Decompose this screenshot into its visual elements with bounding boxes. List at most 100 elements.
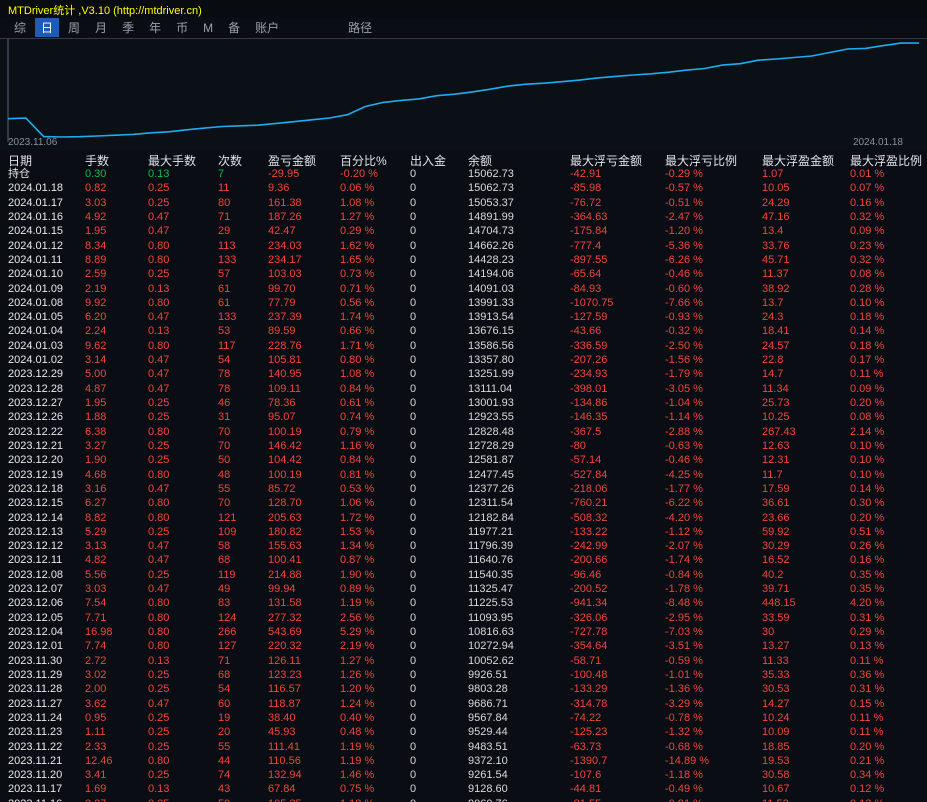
table-cell: 0	[410, 683, 417, 696]
table-row[interactable]: 2024.01.02 3.14 0.47 54 105.81 0.80 % 0 13357.8…	[0, 353, 927, 367]
table-row[interactable]: 2024.01.04 2.24 0.13 53 89.59 0.66 % 0 13676.15…	[0, 324, 927, 338]
table-cell: 15062.73	[468, 168, 514, 180]
table-row[interactable]: 2023.11.20 3.41 0.25 74 132.94 1.46 % 0 9261.54…	[0, 768, 927, 782]
menu-item-10[interactable]: 账户	[249, 18, 285, 37]
table-cell: 0.16 %	[850, 196, 885, 209]
table-cell: 0.47	[148, 225, 170, 238]
table-cell: 14704.73	[468, 225, 514, 238]
equity-chart: 2023.11.06 2024.01.18	[0, 38, 927, 150]
table-cell: 0	[410, 339, 417, 352]
table-cell: -314.78	[570, 697, 608, 710]
menu-item-5[interactable]: 季	[116, 18, 140, 37]
menu-item-1[interactable]: 综	[8, 18, 32, 37]
table-cell: 2023.11.29	[8, 668, 63, 681]
table-row[interactable]: 2023.11.21 12.46 0.80 44 110.56 1.19 % 0 9372.1…	[0, 754, 927, 768]
table-cell: 267.43	[762, 425, 796, 438]
table-cell: 0.11 %	[850, 726, 884, 739]
menu-item-6[interactable]: 年	[143, 18, 167, 37]
table-row[interactable]: 2024.01.12 8.34 0.80 113 234.03 1.62 % 0 14662.…	[0, 239, 927, 253]
table-cell: 2023.12.12	[8, 540, 64, 553]
table-row[interactable]: 2023.12.20 1.90 0.25 50 104.42 0.84 % 0 12581.8…	[0, 453, 927, 467]
table-cell: 11.33	[762, 654, 789, 667]
table-cell: 2024.01.17	[8, 196, 64, 209]
table-row[interactable]: 2023.11.30 2.72 0.13 71 126.11 1.27 % 0 10052.6…	[0, 654, 927, 668]
table-row[interactable]: 2023.12.29 5.00 0.47 78 140.95 1.08 % 0 13251.9…	[0, 367, 927, 381]
table-cell: -6.22 %	[665, 497, 703, 510]
menu-item-2[interactable]: 日	[35, 18, 60, 37]
table-row[interactable]: 2023.12.14 8.82 0.80 121 205.63 1.72 % 0 12182.…	[0, 511, 927, 525]
table-row[interactable]: 2023.12.15 6.27 0.80 70 128.70 1.06 % 0 12311.5…	[0, 496, 927, 510]
table-row[interactable]: 2024.01.16 4.92 0.47 71 187.26 1.27 % 0 14891.9…	[0, 210, 927, 224]
table-cell: 2023.12.07	[8, 583, 64, 596]
table-row[interactable]: 2024.01.05 6.20 0.47 133 237.39 1.74 % 0 13913.…	[0, 310, 927, 324]
menu-item-7[interactable]: 币	[170, 18, 194, 37]
table-cell: -58.71	[570, 654, 602, 667]
table-row[interactable]: 2023.11.22 2.33 0.25 55 111.41 1.19 % 0 9483.51…	[0, 740, 927, 754]
table-row[interactable]: 2023.11.29 3.02 0.25 68 123.23 1.26 % 0 9926.51…	[0, 668, 927, 682]
table-row[interactable]: 2023.12.26 1.88 0.25 31 95.07 0.74 % 0 12923.55…	[0, 410, 927, 424]
menu-item-11[interactable]: 路径	[342, 18, 378, 37]
table-row[interactable]: 2023.12.04 16.98 0.80 266 543.69 5.29 % 0 10816…	[0, 625, 927, 639]
table-row[interactable]: 2023.11.27 3.62 0.47 60 118.87 1.24 % 0 9686.71…	[0, 697, 927, 711]
table-row[interactable]: 2024.01.09 2.19 0.13 61 99.70 0.71 % 0 14091.03…	[0, 282, 927, 296]
table-row[interactable]: 2024.01.10 2.59 0.25 57 103.03 0.73 % 0 14194.0…	[0, 267, 927, 281]
table-row[interactable]: 2023.12.12 3.13 0.47 58 155.63 1.34 % 0 11796.3…	[0, 539, 927, 553]
table-cell: -0.68 %	[665, 740, 703, 753]
equity-chart-svg	[7, 39, 920, 142]
table-row[interactable]: 2024.01.03 9.62 0.80 117 228.76 1.71 % 0 13586.…	[0, 339, 927, 353]
table-cell: 0.61 %	[340, 397, 375, 409]
table-cell: -80	[570, 439, 586, 452]
table-cell: 36.61	[762, 497, 790, 510]
table-row[interactable]: 2023.12.28 4.87 0.47 78 109.11 0.84 % 0 13111.0…	[0, 382, 927, 396]
table-cell: -85.98	[570, 182, 602, 195]
table-row[interactable]: 2024.01.08 9.92 0.80 61 77.79 0.56 % 0 13991.33…	[0, 296, 927, 310]
table-cell: 2.33	[85, 740, 107, 753]
table-row[interactable]: 2023.11.23 1.11 0.25 20 45.93 0.48 % 0 9529.44 -…	[0, 725, 927, 739]
table-cell: 1.07	[762, 168, 784, 180]
table-cell: 0.47	[148, 554, 170, 567]
table-cell: 214.88	[268, 568, 302, 581]
table-cell: 30.53	[762, 683, 790, 696]
table-cell: 2.19 %	[340, 640, 375, 653]
table-cell: 0.15 %	[850, 697, 885, 710]
table-row[interactable]: 2023.12.22 6.38 0.80 70 100.19 0.79 % 0 12828.4…	[0, 425, 927, 439]
table-cell: -2.07 %	[665, 540, 703, 553]
menu-item-9[interactable]: 备	[222, 18, 246, 37]
table-row[interactable]: 2023.12.11 4.82 0.47 68 100.41 0.87 % 0 11640.7…	[0, 553, 927, 567]
table-cell: 9128.60	[468, 783, 508, 796]
table-row[interactable]: 2024.01.15 1.95 0.47 29 42.47 0.29 % 0 14704.73…	[0, 224, 927, 238]
table-row[interactable]: 2024.01.11 8.89 0.80 133 234.17 1.65 % 0 14428.…	[0, 253, 927, 267]
table-row[interactable]: 2024.01.17 3.03 0.25 80 161.38 1.08 % 0 15053.3…	[0, 196, 927, 210]
table-cell: -7.66 %	[665, 296, 703, 309]
table-row[interactable]: 2024.01.18 0.82 0.25 11 9.36 0.06 % 0 15062.73 -…	[0, 181, 927, 195]
table-cell: -0.20 %	[340, 168, 378, 180]
table-cell: 1.27 %	[340, 210, 375, 223]
table-cell: 13586.56	[468, 339, 514, 352]
table-row[interactable]: 2023.11.24 0.95 0.25 19 38.40 0.40 % 0 9567.84 -…	[0, 711, 927, 725]
table-cell: 14091.03	[468, 282, 514, 295]
table-cell: 0.80	[148, 425, 170, 438]
table-row[interactable]: 2023.12.01 7.74 0.80 127 220.32 2.19 % 0 10272.…	[0, 639, 927, 653]
table-cell: -218.06	[570, 482, 608, 495]
table-row[interactable]: 2023.12.19 4.68 0.80 48 100.19 0.81 % 0 12477.4…	[0, 468, 927, 482]
table-row[interactable]: 2023.11.17 1.69 0.13 43 67.84 0.75 % 0 9128.60 -…	[0, 782, 927, 796]
table-cell: 3.27	[85, 439, 107, 452]
menu-item-4[interactable]: 月	[89, 18, 113, 37]
table-cell: 2024.01.15	[8, 225, 64, 238]
table-row[interactable]: 2023.12.13 5.29 0.25 109 180.82 1.53 % 0 11977.…	[0, 525, 927, 539]
table-cell: 77.79	[268, 296, 296, 309]
table-cell: 16.98	[85, 626, 113, 638]
table-row[interactable]: 2023.12.05 7.71 0.80 124 277.32 2.56 % 0 11093.…	[0, 611, 927, 625]
table-row[interactable]: 持仓 0.30 0.13 7 -29.95 -0.20 % 0 15062.73 -42.91 -…	[0, 167, 927, 181]
menu-item-8[interactable]: M	[197, 20, 219, 36]
table-row[interactable]: 2023.12.18 3.16 0.47 55 85.72 0.53 % 0 12377.26…	[0, 482, 927, 496]
chart-start-date-label: 2023.11.06	[8, 137, 58, 148]
table-row[interactable]: 2023.12.21 3.27 0.25 70 146.42 1.16 % 0 12728.2…	[0, 439, 927, 453]
table-row[interactable]: 2023.12.07 3.03 0.47 49 99.94 0.89 % 0 11325.47…	[0, 582, 927, 596]
table-row[interactable]: 2023.12.08 5.56 0.25 119 214.88 1.90 % 0 11540.…	[0, 568, 927, 582]
table-row[interactable]: 2023.12.27 1.95 0.25 46 78.36 0.61 % 0 13001.93…	[0, 396, 927, 410]
table-row[interactable]: 2023.11.162.270.2559105.251.18 %09060.76…	[0, 797, 927, 802]
table-row[interactable]: 2023.12.06 7.54 0.80 83 131.58 1.19 % 0 11225.5…	[0, 596, 927, 610]
menu-item-3[interactable]: 周	[62, 18, 86, 37]
table-row[interactable]: 2023.11.28 2.00 0.25 54 116.57 1.20 % 0 9803.28…	[0, 682, 927, 696]
